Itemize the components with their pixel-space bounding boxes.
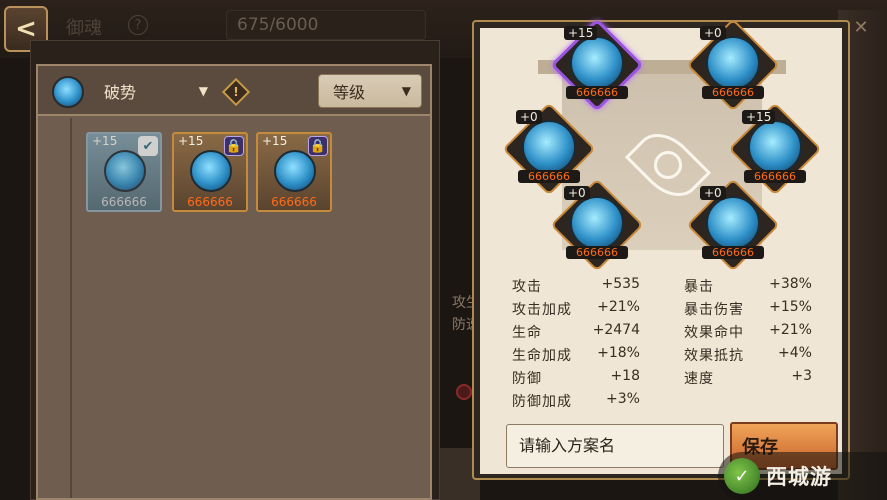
stat-value: +15%	[769, 299, 812, 315]
stat-label: 攻击	[512, 279, 542, 295]
slot-level: +0	[564, 186, 590, 200]
stat-value: +38%	[769, 276, 812, 292]
soul-slot-4[interactable]: +15 666666	[728, 102, 822, 196]
soul-portrait	[274, 150, 316, 192]
soul-selection-panel: 破势 ▼ ! 等级 ▼ +15 666666 ✔ +15 666666 🔒 +1…	[36, 64, 432, 500]
stat-value: +21%	[769, 322, 812, 338]
stat-value: +21%	[597, 299, 640, 315]
stat-value: +535	[601, 276, 640, 292]
soul-stars: 666666	[271, 195, 317, 209]
soul-slot-2[interactable]: +0 666666	[686, 18, 780, 112]
slot-level: +15	[564, 26, 598, 40]
stat-value: +4%	[778, 345, 812, 361]
soul-portrait	[104, 150, 146, 192]
seal-icon	[456, 384, 472, 400]
slot-level: +0	[516, 110, 542, 124]
soul-set-panel: +15 666666 +0 666666 +0 666666 +15 66666…	[472, 18, 850, 480]
watermark-text: 西城游	[766, 465, 832, 489]
stat-row: 防御加成 +3%	[512, 391, 640, 413]
slot-stars: 666666	[744, 170, 806, 183]
page-title: 御魂	[66, 18, 102, 39]
stat-row: 攻击 +535	[512, 276, 640, 298]
soul-slot-1[interactable]: +15 666666	[550, 18, 644, 112]
soul-card[interactable]: +15 666666 ✔	[86, 132, 162, 212]
stat-row: 生命加成 +18%	[512, 345, 640, 367]
soul-level: +15	[92, 134, 118, 148]
soul-slot-6[interactable]: +0 666666	[686, 178, 780, 272]
soul-capacity-counter: 675/6000	[226, 10, 426, 40]
stat-value: +18	[610, 368, 640, 384]
soul-level: +15	[178, 134, 204, 148]
soul-card[interactable]: +15 666666 🔒	[256, 132, 332, 212]
check-icon: ✔	[138, 136, 158, 156]
soul-portrait	[706, 196, 760, 250]
parchment-background: +15 666666 +0 666666 +0 666666 +15 66666…	[480, 18, 842, 474]
slot-stars: 666666	[566, 86, 628, 99]
stat-label: 效果命中	[684, 325, 744, 341]
stat-value: +3%	[606, 391, 640, 407]
stat-value: +2474	[592, 322, 640, 338]
watermark-logo-icon: ✓	[724, 458, 760, 494]
soul-card[interactable]: +15 666666 🔒	[172, 132, 248, 212]
lock-icon[interactable]: 🔒	[224, 136, 244, 156]
stat-value: +18%	[597, 345, 640, 361]
soul-portrait	[570, 36, 624, 90]
stat-row: 速度 +3	[684, 368, 812, 390]
stat-label: 防御	[512, 371, 542, 387]
soul-list: +15 666666 ✔ +15 666666 🔒 +15 666666 🔒	[70, 118, 430, 498]
stat-row: 暴击 +38%	[684, 276, 812, 298]
watermark: ✓ 西城游	[718, 452, 887, 500]
sort-label: 等级	[333, 83, 366, 102]
stat-row: 防御 +18	[512, 368, 640, 390]
stat-row: 效果抵抗 +4%	[684, 345, 812, 367]
slot-level: +0	[700, 186, 726, 200]
soul-level: +15	[262, 134, 288, 148]
slot-stars: 666666	[702, 86, 764, 99]
stat-row: 攻击加成 +21%	[512, 299, 640, 321]
stat-row: 生命 +2474	[512, 322, 640, 344]
slot-stars: 666666	[518, 170, 580, 183]
soul-stars: 666666	[187, 195, 233, 209]
soul-slot-3[interactable]: +0 666666	[502, 102, 596, 196]
stat-row: 暴击伤害 +15%	[684, 299, 812, 321]
soul-portrait	[748, 120, 802, 174]
soul-portrait	[706, 36, 760, 90]
slot-level: +0	[700, 26, 726, 40]
stat-label: 攻击加成	[512, 302, 572, 318]
soul-type-label: 破势	[104, 83, 137, 102]
help-icon[interactable]: ?	[128, 15, 148, 35]
soul-portrait	[190, 150, 232, 192]
avatar	[52, 76, 84, 108]
soul-stars: 666666	[101, 195, 147, 209]
slot-level: +15	[742, 110, 776, 124]
lock-icon[interactable]: 🔒	[308, 136, 328, 156]
soul-type-dropdown[interactable]: 破势 ▼	[90, 74, 218, 108]
plan-name-input[interactable]: 请输入方案名	[506, 424, 724, 468]
chevron-down-icon: ▼	[401, 84, 411, 98]
stat-label: 防御加成	[512, 394, 572, 410]
slot-stars: 666666	[566, 246, 628, 259]
chevron-down-icon: ▼	[198, 84, 208, 98]
stat-label: 生命	[512, 325, 542, 341]
soul-slot-5[interactable]: +0 666666	[550, 178, 644, 272]
stat-label: 暴击	[684, 279, 714, 295]
soul-portrait	[522, 120, 576, 174]
stat-label: 速度	[684, 371, 714, 387]
stat-label: 生命加成	[512, 348, 572, 364]
stat-value: +3	[791, 368, 812, 384]
warning-icon[interactable]: !	[221, 77, 251, 107]
sort-dropdown[interactable]: 等级 ▼	[318, 74, 422, 108]
filter-bar: 破势 ▼ ! 等级 ▼	[38, 66, 430, 116]
stat-row: 效果命中 +21%	[684, 322, 812, 344]
soul-portrait	[570, 196, 624, 250]
stat-label: 暴击伤害	[684, 302, 744, 318]
stat-label: 效果抵抗	[684, 348, 744, 364]
eye-pupil-icon	[654, 151, 682, 179]
slot-stars: 666666	[702, 246, 764, 259]
close-icon[interactable]: ✕	[848, 14, 874, 40]
